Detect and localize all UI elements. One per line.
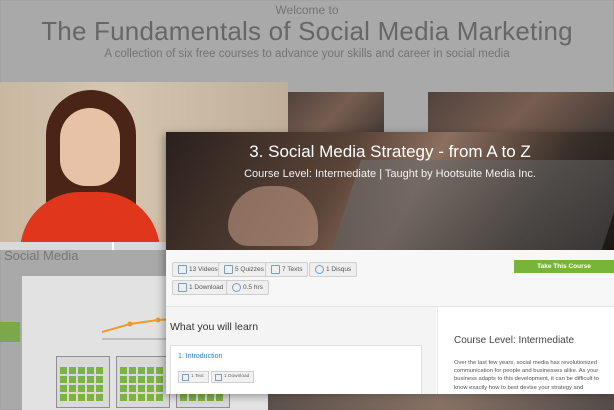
hero-hand-image xyxy=(228,186,318,246)
course-level-heading: Course Level: Intermediate xyxy=(454,335,575,346)
background-green-grid xyxy=(56,356,110,408)
lesson-chip-download: 1 Download xyxy=(211,371,255,383)
course-meta: Course Level: Intermediate | Taught by H… xyxy=(244,168,536,180)
learn-heading: What you will learn xyxy=(170,321,259,333)
comment-icon xyxy=(315,265,324,274)
background-page-title: The Fundamentals of Social Media Marketi… xyxy=(41,16,573,46)
stat-duration: 0.5 hrs xyxy=(226,280,269,295)
background-course-thumbnail xyxy=(288,92,384,134)
course-level-panel: Course Level: Intermediate Over the last… xyxy=(437,307,614,394)
background-bottom-thumbnails xyxy=(268,394,614,410)
text-icon xyxy=(271,265,280,274)
video-progress-knob[interactable] xyxy=(112,242,114,250)
lesson-chip-text: 1 Text xyxy=(178,371,209,383)
learn-section: What you will learn 1. Introduction 1 Te… xyxy=(166,307,436,394)
background-green-tab xyxy=(0,322,20,342)
lesson-item[interactable]: 1. Introduction 1 Text 1 Download xyxy=(170,345,422,394)
clock-icon xyxy=(232,283,241,292)
stat-videos: 13 Videos xyxy=(172,262,224,277)
stat-disqus: 1 Disqus xyxy=(309,262,358,277)
course-details-modal: 3. Social Media Strategy - from A to Z C… xyxy=(166,132,614,394)
download-icon xyxy=(215,374,222,381)
course-title: 3. Social Media Strategy - from A to Z xyxy=(249,142,531,161)
stat-downloads: 1 Download xyxy=(172,280,230,295)
background-green-grid xyxy=(116,356,170,408)
background-page-subtitle: A collection of six free courses to adva… xyxy=(104,48,510,60)
course-stats-bar: 13 Videos 5 Quizzes 7 Texts 1 Disqus 1 D… xyxy=(166,250,614,307)
background-course-thumbnail xyxy=(428,92,614,134)
background-welcome-text: Welcome to xyxy=(275,3,339,17)
stat-quizzes: 5 Quizzes xyxy=(218,262,270,277)
video-icon xyxy=(178,265,187,274)
text-icon xyxy=(182,374,189,381)
course-hero-banner: 3. Social Media Strategy - from A to Z C… xyxy=(166,132,614,252)
course-description: Over the last few years, social media ha… xyxy=(454,360,599,391)
take-this-course-button[interactable]: Take This Course xyxy=(514,260,614,273)
background-section-label: Social Media xyxy=(4,248,79,263)
presenter-face xyxy=(60,108,120,186)
lesson-title[interactable]: 1. Introduction xyxy=(178,353,222,360)
quiz-icon xyxy=(224,265,233,274)
download-icon xyxy=(178,283,187,292)
stat-texts: 7 Texts xyxy=(265,262,309,277)
